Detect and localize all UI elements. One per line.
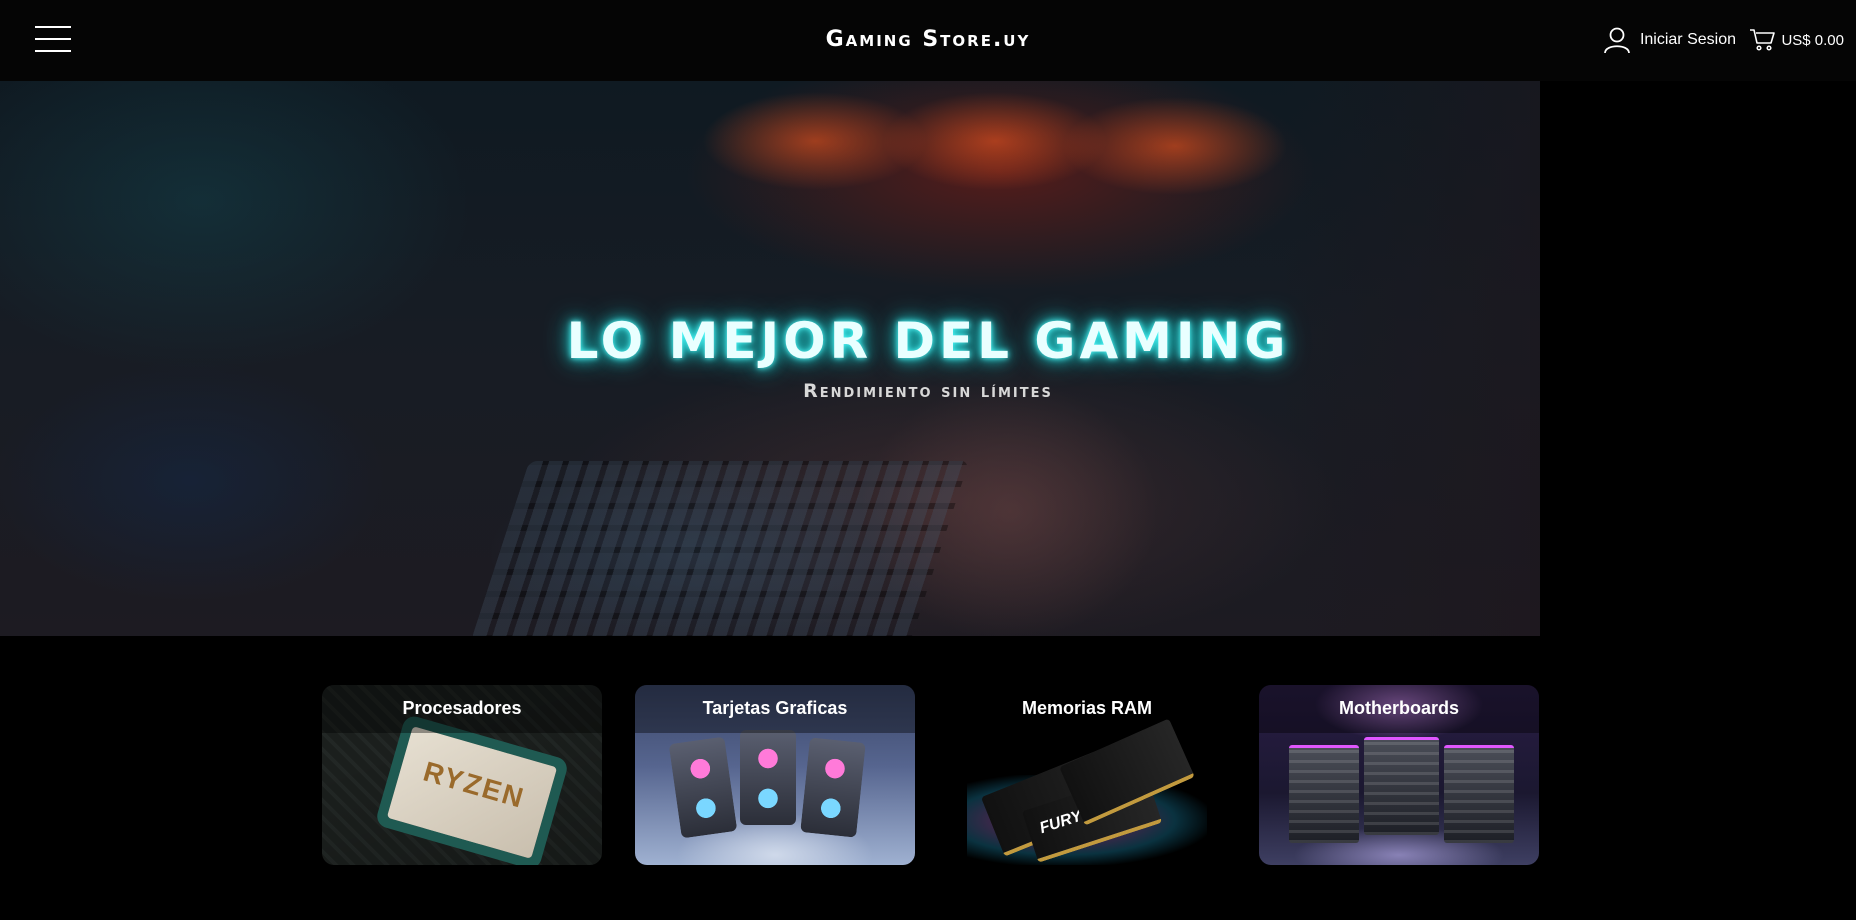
ram-brand-text: FURY — [1037, 807, 1084, 838]
category-card-tarjetas-graficas[interactable]: Tarjetas Graficas — [635, 685, 915, 865]
cpu-image: RYZEN — [386, 726, 558, 859]
login-label: Iniciar Sesion — [1639, 31, 1736, 48]
category-label: Tarjetas Graficas — [635, 685, 915, 733]
top-navbar: Gaming Store.uy Iniciar Sesion US$ 0.00 — [0, 0, 1856, 81]
cart-total: US$ 0.00 — [1781, 31, 1844, 49]
category-label: Memorias RAM — [1021, 698, 1153, 718]
hero-subtitle: Rendimiento sin límites — [803, 380, 1053, 402]
gpu-image — [668, 736, 738, 839]
category-card-procesadores[interactable]: Procesadores RYZEN — [322, 685, 602, 865]
cpu-brand-text: RYZEN — [420, 755, 529, 815]
motherboard-image — [1289, 745, 1359, 843]
site-logo[interactable]: Gaming Store.uy — [0, 27, 1856, 52]
category-label: Motherboards — [1259, 685, 1539, 733]
category-label: Procesadores — [322, 685, 602, 733]
gpu-image — [800, 737, 866, 838]
login-link[interactable]: Iniciar Sesion — [1602, 25, 1736, 55]
category-card-memorias-ram[interactable]: Memorias RAM FURY — [947, 685, 1227, 865]
hero-title: LO MEJOR DEL GAMING — [566, 312, 1290, 370]
motherboard-image — [1444, 745, 1514, 843]
category-card-motherboards[interactable]: Motherboards — [1259, 685, 1539, 865]
cart-button[interactable]: US$ 0.00 — [1749, 26, 1844, 54]
user-icon — [1604, 27, 1630, 54]
gpu-image — [740, 730, 796, 825]
cart-icon — [1750, 29, 1776, 51]
hero-keyboard-image — [470, 461, 970, 636]
motherboard-image — [1364, 737, 1439, 835]
